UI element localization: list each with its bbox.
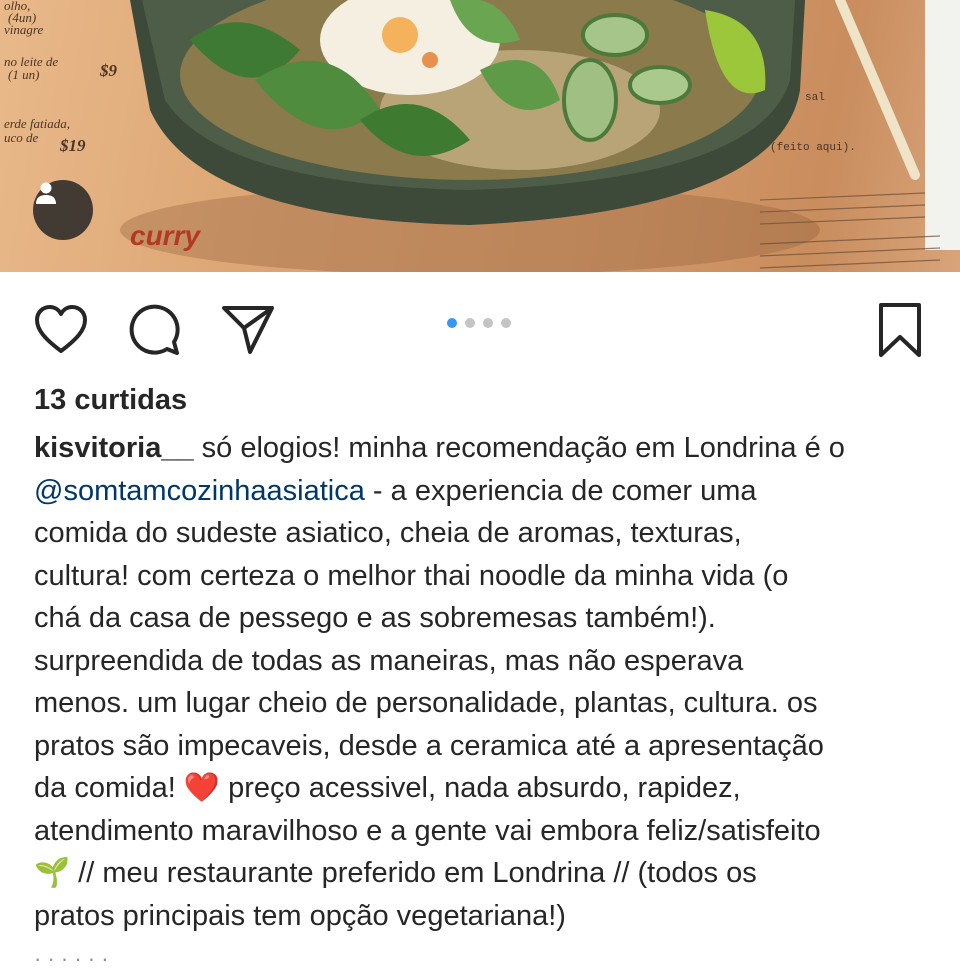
caption-text: - a experiencia de comer uma bbox=[364, 474, 757, 507]
menu-text: (1 un) bbox=[8, 67, 39, 82]
post-photo[interactable]: olho, (4un) vinagre no leite de (1 un) e… bbox=[0, 0, 960, 272]
caption-line: 🌱 // meu restaurante preferido em Londri… bbox=[34, 852, 934, 895]
caption-text: só elogios! minha recomendação em Londri… bbox=[193, 432, 845, 464]
bookmark-icon bbox=[879, 303, 921, 357]
caption-text: // meu restaurante preferido em Londrina… bbox=[70, 857, 757, 889]
caption-mention-link[interactable]: @somtamcozinhaasiatica bbox=[34, 475, 365, 507]
caption-text: da comida! bbox=[34, 772, 184, 804]
menu-text: erde fatiada, bbox=[4, 116, 70, 131]
menu-brand-text: curry bbox=[130, 220, 201, 251]
caption-line: menos. um lugar cheio de personalidade, … bbox=[34, 687, 818, 719]
caption-line: pratos principais tem opção vegetariana!… bbox=[34, 899, 566, 932]
caption-line: chá da casa de pessego e as sobremesas t… bbox=[34, 602, 716, 634]
carousel-indicator bbox=[447, 318, 511, 328]
caption-line: cultura! com certeza o melhor thai noodl… bbox=[34, 559, 789, 592]
menu-price: $9 bbox=[99, 61, 118, 80]
user-silhouette-icon bbox=[36, 182, 56, 204]
caption-line: @somtamcozinhaasiatica - a experiencia d… bbox=[34, 470, 934, 513]
caption-line: kisvitoria__ só elogios! minha recomenda… bbox=[34, 427, 934, 470]
like-button[interactable] bbox=[31, 300, 91, 360]
heart-emoji-icon: ❤️ bbox=[183, 772, 221, 804]
translation-link[interactable]: · · · · · · bbox=[34, 946, 109, 972]
caption-text: preço acessivel, nada absurdo, rapidez, bbox=[220, 772, 741, 804]
paper-plane-icon bbox=[222, 306, 274, 354]
caption-line: atendimento maravilhoso e a gente vai em… bbox=[34, 814, 821, 847]
heart-outline-icon bbox=[35, 305, 87, 353]
food-bowl-image: olho, (4un) vinagre no leite de (1 un) e… bbox=[4, 0, 960, 272]
carousel-dot bbox=[483, 318, 493, 328]
carousel-dot bbox=[501, 318, 511, 328]
menu-price: $19 bbox=[59, 136, 86, 155]
save-button[interactable] bbox=[870, 300, 930, 360]
post-caption: kisvitoria__ só elogios! minha recomenda… bbox=[34, 427, 934, 937]
caption-line: comida do sudeste asiatico, cheia de aro… bbox=[34, 517, 742, 549]
caption-line: da comida! ❤️ preço acessivel, nada absu… bbox=[34, 767, 934, 810]
share-button[interactable] bbox=[218, 300, 278, 360]
caption-line: surpreendida de todas as maneiras, mas n… bbox=[34, 644, 744, 677]
seedling-emoji-icon: 🌱 bbox=[34, 857, 71, 889]
menu-text: vinagre bbox=[4, 22, 43, 37]
carousel-dot-active bbox=[447, 318, 457, 328]
menu-text: (feito aqui). bbox=[770, 142, 856, 154]
comment-bubble-icon bbox=[129, 304, 180, 355]
menu-text: uco de bbox=[4, 130, 39, 145]
likes-count[interactable]: 13 curtidas bbox=[34, 380, 187, 420]
menu-text: sal bbox=[805, 92, 825, 104]
carousel-dot bbox=[465, 318, 475, 328]
caption-line: pratos são impecaveis, desde a ceramica … bbox=[34, 729, 824, 762]
comment-button[interactable] bbox=[125, 300, 185, 360]
tagged-user-button[interactable] bbox=[33, 180, 93, 240]
caption-username[interactable]: kisvitoria__ bbox=[34, 432, 194, 464]
